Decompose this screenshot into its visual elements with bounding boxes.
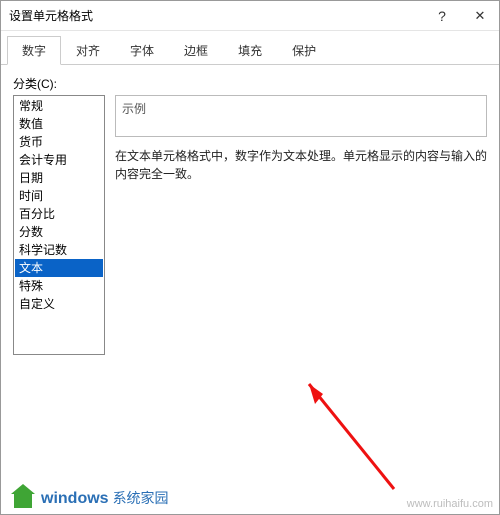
tab-align[interactable]: 对齐 (61, 36, 115, 65)
tab-border[interactable]: 边框 (169, 36, 223, 65)
list-item[interactable]: 会计专用 (15, 151, 103, 169)
list-item[interactable]: 货币 (15, 133, 103, 151)
sample-box: 示例 (115, 95, 487, 137)
list-item-selected[interactable]: 文本 (15, 259, 103, 277)
list-item[interactable]: 百分比 (15, 205, 103, 223)
list-item[interactable]: 日期 (15, 169, 103, 187)
dialog-title: 设置单元格格式 (9, 7, 423, 24)
list-item[interactable]: 科学记数 (15, 241, 103, 259)
category-listbox[interactable]: 常规 数值 货币 会计专用 日期 时间 百分比 分数 科学记数 文本 特殊 自定… (13, 95, 105, 355)
list-item[interactable]: 数值 (15, 115, 103, 133)
right-pane: 示例 在文本单元格格式中，数字作为文本处理。单元格显示的内容与输入的内容完全一致… (115, 95, 487, 502)
list-item[interactable]: 时间 (15, 187, 103, 205)
tab-font[interactable]: 字体 (115, 36, 169, 65)
body-row: 常规 数值 货币 会计专用 日期 时间 百分比 分数 科学记数 文本 特殊 自定… (13, 95, 487, 502)
close-button[interactable]: ✕ (461, 1, 499, 31)
tab-strip: 数字 对齐 字体 边框 填充 保护 (1, 31, 499, 65)
tab-fill[interactable]: 填充 (223, 36, 277, 65)
format-cells-dialog: 设置单元格格式 ? ✕ 数字 对齐 字体 边框 填充 保护 分类(C): 常规 … (0, 0, 500, 515)
sample-label: 示例 (122, 100, 480, 117)
content-area: 分类(C): 常规 数值 货币 会计专用 日期 时间 百分比 分数 科学记数 文… (1, 65, 499, 514)
list-item[interactable]: 自定义 (15, 295, 103, 313)
list-item[interactable]: 常规 (15, 97, 103, 115)
format-description: 在文本单元格格式中，数字作为文本处理。单元格显示的内容与输入的内容完全一致。 (115, 147, 487, 183)
tab-protect[interactable]: 保护 (277, 36, 331, 65)
list-item[interactable]: 分数 (15, 223, 103, 241)
tab-number[interactable]: 数字 (7, 36, 61, 65)
list-item[interactable]: 特殊 (15, 277, 103, 295)
help-button[interactable]: ? (423, 1, 461, 31)
category-label: 分类(C): (13, 75, 487, 92)
titlebar: 设置单元格格式 ? ✕ (1, 1, 499, 31)
